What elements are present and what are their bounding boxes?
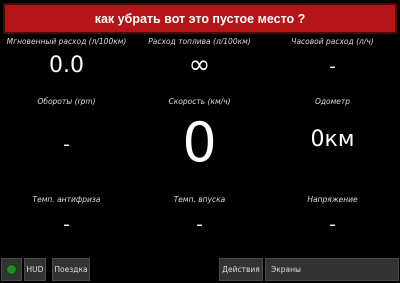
gauge-intake-temp[interactable]: Темп. впуска -	[133, 195, 266, 234]
gauge-value: 0	[182, 111, 217, 174]
gauge-voltage[interactable]: Напряжение -	[266, 195, 399, 234]
gauge-label: Скорость (км/ч)	[168, 97, 231, 106]
gauge-fuel-consumption[interactable]: Расход топлива (л/100км) ∞	[133, 37, 266, 78]
trip-button[interactable]: Поездка	[52, 258, 90, 281]
question-banner: как убрать вот это пустое место ?	[3, 3, 397, 34]
screens-button[interactable]: Экраны	[265, 258, 399, 281]
gauge-odometer[interactable]: Одометр 0км	[266, 97, 399, 151]
gauge-label: Часовой расход (л/ч)	[291, 37, 374, 46]
status-led-icon	[6, 264, 17, 275]
gauge-value: -	[329, 214, 336, 235]
gauge-coolant-temp[interactable]: Темп. антифриза -	[0, 195, 133, 234]
gauge-value: -	[63, 214, 70, 235]
gauge-value: 0км	[310, 127, 355, 152]
gauge-value: -	[329, 56, 336, 77]
gauge-label: Расход топлива (л/100км)	[148, 37, 251, 46]
banner-text: как убрать вот это пустое место ?	[94, 11, 306, 26]
gauge-label: Темп. впуска	[173, 195, 226, 204]
status-indicator-button[interactable]	[1, 258, 22, 281]
gauge-hourly-consumption[interactable]: Часовой расход (л/ч) -	[266, 37, 399, 76]
gauge-label: Напряжение	[307, 195, 358, 204]
gauge-value: 0.0	[49, 53, 84, 78]
gauge-instant-consumption[interactable]: Мгновенный расход (л/100км) 0.0	[0, 37, 133, 77]
gauge-value: -	[63, 134, 70, 155]
hud-button[interactable]: HUD	[24, 258, 46, 281]
bottom-toolbar: HUD Поездка Действия Экраны	[0, 255, 400, 283]
gauge-rpm[interactable]: Обороты (rpm) -	[0, 97, 133, 154]
gauge-label: Обороты (rpm)	[37, 97, 96, 106]
actions-button[interactable]: Действия	[219, 258, 263, 281]
gauge-value: ∞	[188, 50, 211, 80]
gauge-speed[interactable]: Скорость (км/ч) 0	[133, 97, 266, 170]
gauge-label: Темп. антифриза	[32, 195, 101, 204]
gauge-value: -	[196, 214, 203, 235]
gauge-label: Одометр	[314, 97, 351, 106]
gauge-label: Мгновенный расход (л/100км)	[6, 37, 127, 46]
